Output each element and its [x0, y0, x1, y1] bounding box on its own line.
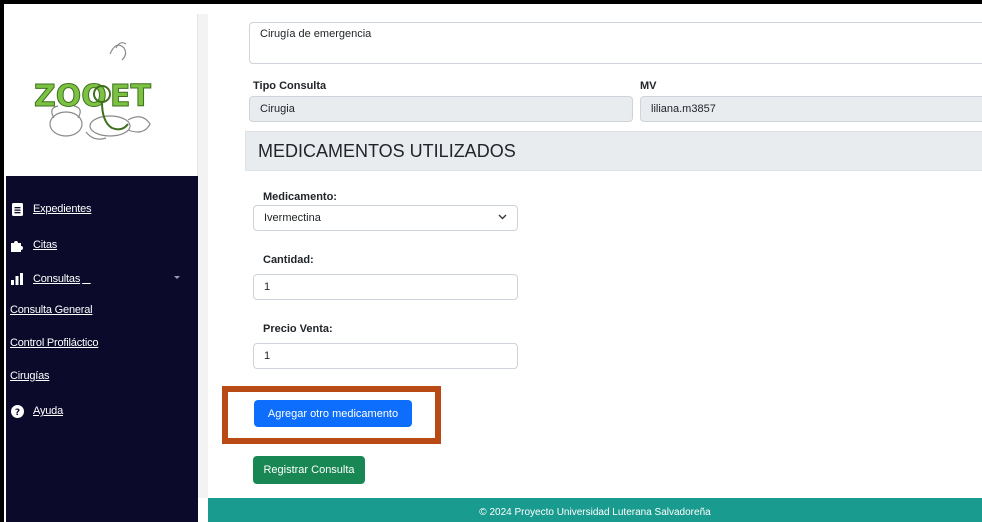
medicamento-select-value: Ivermectina [264, 212, 321, 224]
sidebar-subitem-consulta-general[interactable]: Consulta General [10, 304, 93, 316]
screenshot-border-left [0, 0, 4, 522]
description-textarea[interactable]: Cirugía de emergencia [249, 22, 982, 64]
puzzle-icon [10, 238, 24, 252]
svg-text:ET: ET [110, 79, 151, 114]
zoopet-logo: ZOO ET [34, 42, 152, 140]
bar-chart-icon [10, 272, 24, 286]
sidebar-item-label: Consultas [33, 273, 81, 285]
mv-label: MV [640, 80, 657, 92]
tipo-consulta-field[interactable]: Cirugia [249, 96, 633, 122]
sidebar-item-label: Citas [33, 239, 58, 251]
sidebar-item-label: Ayuda [33, 405, 63, 417]
main-content: Cirugía de emergencia Tipo Consulta Ciru… [208, 14, 982, 498]
medicamento-label: Medicamento: [263, 191, 337, 203]
medicamentos-section-header: MEDICAMENTOS UTILIZADOS [245, 131, 982, 171]
sidebar-item-ayuda[interactable]: ? Ayuda [10, 404, 63, 418]
sidebar-item-consultas[interactable]: Consultas [10, 272, 91, 286]
precio-venta-label: Precio Venta: [263, 323, 333, 335]
logo-area: ZOO ET [6, 14, 198, 176]
sidebar-subitem-cirugias[interactable]: Cirugías [10, 370, 50, 382]
sidebar-item-expedientes[interactable]: Expedientes [10, 202, 92, 216]
mv-field[interactable]: liliana.m3857 [640, 96, 982, 122]
svg-text:?: ? [14, 408, 19, 418]
register-consultation-button[interactable]: Registrar Consulta [253, 456, 365, 484]
tipo-consulta-label: Tipo Consulta [253, 80, 327, 92]
cantidad-label: Cantidad: [263, 254, 314, 266]
content-gutter [198, 14, 208, 498]
sidebar-item-label: Expedientes [33, 203, 92, 215]
chevron-down-icon[interactable] [174, 276, 180, 279]
file-icon [10, 202, 24, 216]
precio-venta-input[interactable]: 1 [253, 343, 518, 369]
sidebar-item-citas[interactable]: Citas [10, 238, 57, 252]
chevron-down-icon [498, 214, 507, 220]
screenshot-border-top [0, 0, 982, 4]
medicamento-select[interactable]: Ivermectina [253, 205, 518, 231]
sidebar: Expedientes Citas Consultas Consulta Gen… [6, 176, 198, 522]
sidebar-subitem-control-profilactico[interactable]: Control Profiláctico [10, 337, 99, 349]
logo-lettering: ZOO [34, 79, 107, 114]
cantidad-input[interactable]: 1 [253, 274, 518, 300]
add-medication-button[interactable]: Agregar otro medicamento [254, 400, 412, 427]
footer: © 2024 Proyecto Universidad Luterana Sal… [208, 498, 982, 522]
question-circle-icon: ? [10, 404, 24, 418]
